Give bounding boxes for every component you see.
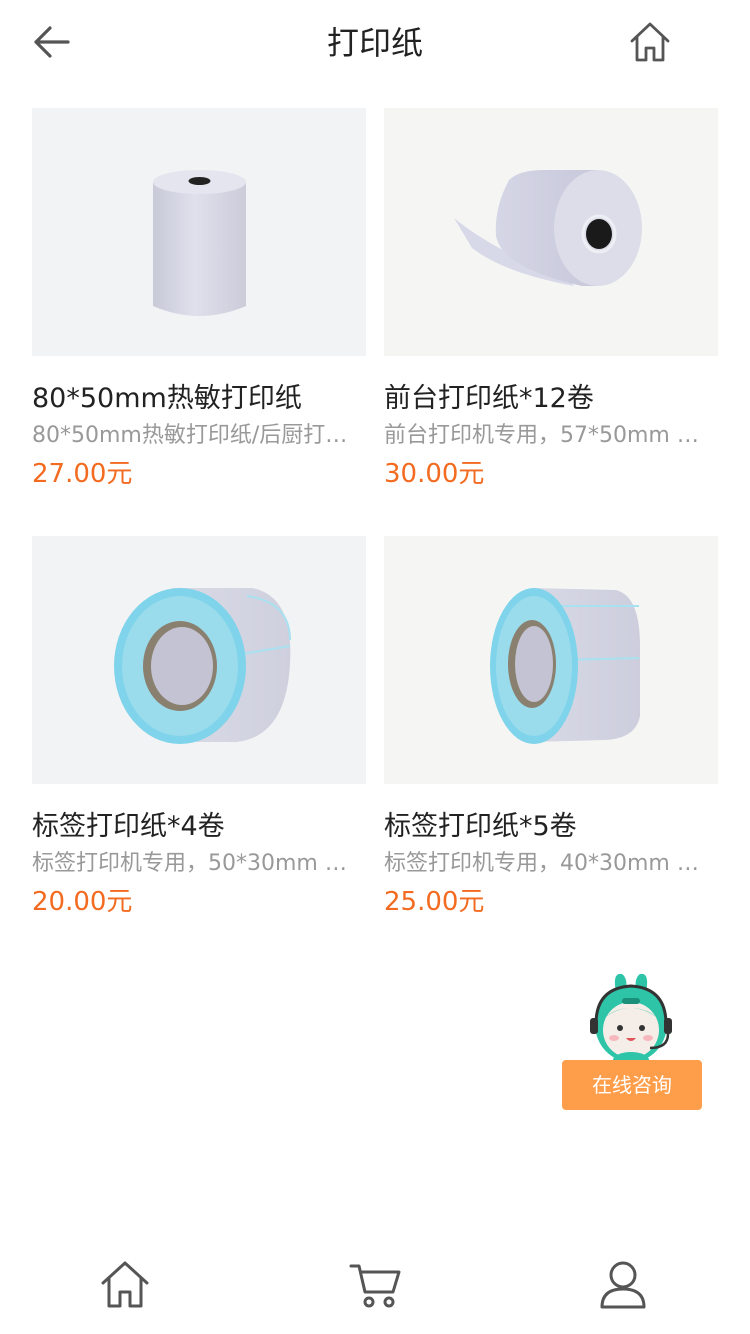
product-price: 25.00元 <box>384 887 485 917</box>
product-price: 20.00元 <box>32 887 133 917</box>
product-price: 27.00元 <box>32 459 133 489</box>
product-name: 标签打印纸*4卷 <box>32 811 225 842</box>
online-consult-widget[interactable]: 在线咨询 <box>562 968 702 1110</box>
product-description: 前台打印机专用，57*50mm … <box>384 423 699 448</box>
thermal-paper-roll-image <box>153 170 246 316</box>
nav-home[interactable] <box>95 1254 155 1314</box>
product-card[interactable]: 标签打印纸*5卷 标签打印机专用，40*30mm … 25.00元 <box>384 536 718 936</box>
product-card[interactable]: 80*50mm热敏打印纸 80*50mm热敏打印纸/后厨打… 27.00元 <box>32 108 366 508</box>
product-image <box>32 108 366 356</box>
unrolled-paper-roll-image <box>454 170 642 286</box>
nav-profile[interactable] <box>593 1254 653 1314</box>
label-roll-narrow-image <box>490 588 640 744</box>
label-roll-image <box>114 588 291 744</box>
product-name: 80*50mm热敏打印纸 <box>32 383 302 414</box>
product-name: 前台打印纸*12卷 <box>384 383 594 414</box>
support-mascot-icon <box>590 973 672 1068</box>
product-price: 30.00元 <box>384 459 485 489</box>
consult-button-label: 在线咨询 <box>562 1060 702 1110</box>
bottom-nav <box>0 1240 750 1334</box>
product-image <box>384 536 718 784</box>
nav-cart[interactable] <box>345 1254 405 1314</box>
product-description: 标签打印机专用，50*30mm … <box>32 851 347 876</box>
product-description: 标签打印机专用，40*30mm … <box>384 851 699 876</box>
product-image <box>32 536 366 784</box>
home-icon <box>101 1261 149 1308</box>
product-card[interactable]: 前台打印纸*12卷 前台打印机专用，57*50mm … 30.00元 <box>384 108 718 508</box>
product-name: 标签打印纸*5卷 <box>384 811 577 842</box>
product-card[interactable]: 标签打印纸*4卷 标签打印机专用，50*30mm … 20.00元 <box>32 536 366 936</box>
top-bar: 打印纸 <box>0 0 750 88</box>
home-button[interactable] <box>622 16 678 68</box>
product-description: 80*50mm热敏打印纸/后厨打… <box>32 423 348 448</box>
user-icon <box>600 1261 646 1309</box>
home-icon <box>630 22 670 62</box>
product-image <box>384 108 718 356</box>
cart-icon <box>349 1264 401 1308</box>
